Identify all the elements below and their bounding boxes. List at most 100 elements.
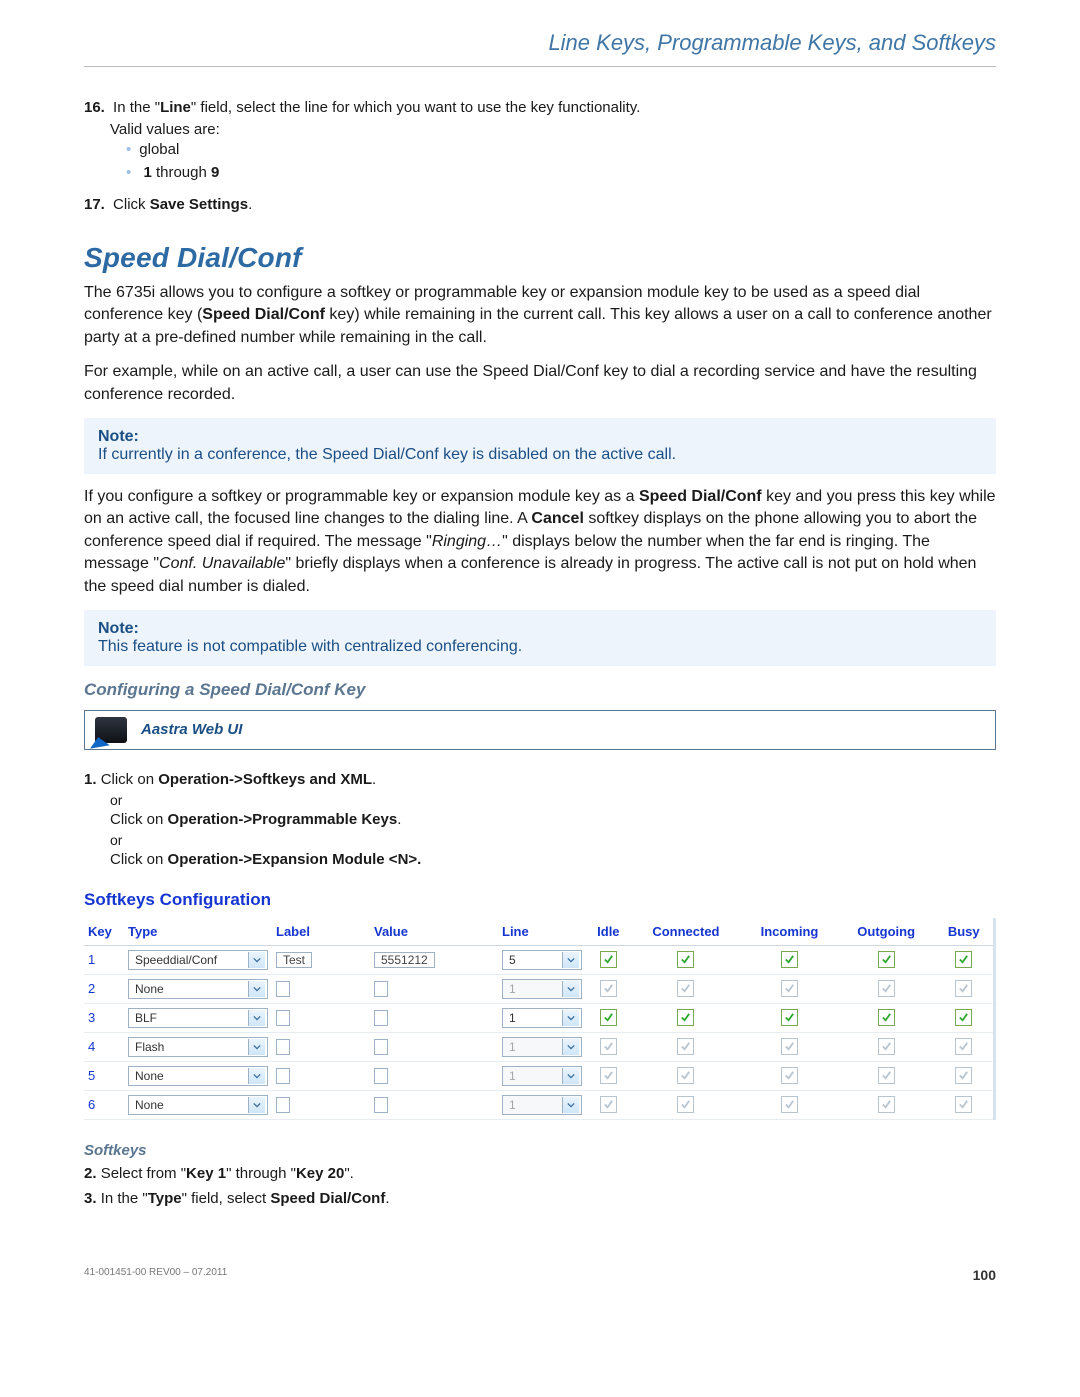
checkbox bbox=[878, 980, 895, 997]
chevron-down-icon bbox=[562, 1097, 579, 1113]
step-3-num: 3. bbox=[84, 1190, 97, 1207]
chevron-down-icon bbox=[248, 1068, 265, 1084]
para-3: If you configure a softkey or programmab… bbox=[84, 486, 996, 598]
label-input[interactable]: Test bbox=[276, 952, 312, 968]
note-2-text: This feature is not compatible with cent… bbox=[98, 638, 522, 655]
type-select[interactable]: None bbox=[128, 1095, 268, 1115]
type-select[interactable]: None bbox=[128, 979, 268, 999]
softkeys-subhead: Softkeys bbox=[84, 1142, 996, 1159]
step-17-text: Click bbox=[113, 196, 150, 213]
checkbox[interactable] bbox=[955, 951, 972, 968]
line-select: 1 bbox=[502, 979, 582, 999]
s1b: Operation->Softkeys and XML bbox=[158, 771, 372, 788]
value-input[interactable] bbox=[374, 1068, 388, 1084]
table-row: 1Speeddial/Conf Test 5551212 5 bbox=[84, 945, 993, 974]
page-header: Line Keys, Programmable Keys, and Softke… bbox=[84, 30, 996, 66]
save-settings-bold: Save Settings bbox=[150, 196, 248, 213]
chevron-down-icon bbox=[562, 952, 579, 968]
type-select[interactable]: Speeddial/Conf bbox=[128, 950, 268, 970]
line-select[interactable]: 1 bbox=[502, 1008, 582, 1028]
label-input[interactable] bbox=[276, 1068, 290, 1084]
line-select[interactable]: 5 bbox=[502, 950, 582, 970]
checkbox bbox=[955, 1096, 972, 1113]
checkbox[interactable] bbox=[677, 1009, 694, 1026]
value-input[interactable] bbox=[374, 981, 388, 997]
cell-key: 4 bbox=[84, 1032, 124, 1061]
checkbox bbox=[781, 1067, 798, 1084]
value-input[interactable] bbox=[374, 1039, 388, 1055]
st3b: Type bbox=[148, 1190, 182, 1207]
label-input[interactable] bbox=[276, 1097, 290, 1113]
value-input[interactable] bbox=[374, 1010, 388, 1026]
chevron-down-icon bbox=[248, 1097, 265, 1113]
p3-d: Cancel bbox=[531, 510, 583, 527]
page-footer: 41-001451-00 REV00 – 07.2011 100 bbox=[84, 1267, 996, 1283]
value-input[interactable]: 5551212 bbox=[374, 952, 435, 968]
range-end: 9 bbox=[211, 164, 219, 181]
webui-bar: Aastra Web UI bbox=[84, 710, 996, 750]
step-17-num: 17. bbox=[84, 196, 105, 213]
checkbox bbox=[600, 1067, 617, 1084]
step-17: 17. Click Save Settings. bbox=[84, 194, 996, 216]
type-select[interactable]: Flash bbox=[128, 1037, 268, 1057]
th-idle: Idle bbox=[586, 918, 631, 946]
cell-key: 3 bbox=[84, 1003, 124, 1032]
steps-block: 1. Click on Operation->Softkeys and XML.… bbox=[84, 768, 996, 872]
checkbox bbox=[677, 980, 694, 997]
type-select[interactable]: BLF bbox=[128, 1008, 268, 1028]
s2a: Click on bbox=[110, 811, 168, 828]
note-1-text: If currently in a conference, the Speed … bbox=[98, 446, 676, 463]
cell-key: 1 bbox=[84, 945, 124, 974]
chevron-down-icon bbox=[562, 981, 579, 997]
chevron-down-icon bbox=[248, 981, 265, 997]
line-select: 1 bbox=[502, 1037, 582, 1057]
label-input[interactable] bbox=[276, 981, 290, 997]
st3e: . bbox=[385, 1190, 389, 1207]
th-connected: Connected bbox=[631, 918, 741, 946]
s1c: . bbox=[372, 771, 376, 788]
para-1: The 6735i allows you to configure a soft… bbox=[84, 282, 996, 349]
type-select[interactable]: None bbox=[128, 1066, 268, 1086]
checkbox bbox=[878, 1038, 895, 1055]
note-1: Note: If currently in a conference, the … bbox=[84, 418, 996, 474]
s3b: Operation->Expansion Module <N>. bbox=[168, 851, 422, 868]
chevron-down-icon bbox=[248, 1010, 265, 1026]
checkbox[interactable] bbox=[781, 1009, 798, 1026]
step-1-num: 1. bbox=[84, 771, 97, 788]
s3a: Click on bbox=[110, 851, 168, 868]
checkbox bbox=[600, 980, 617, 997]
checkbox bbox=[600, 1096, 617, 1113]
chevron-down-icon bbox=[562, 1039, 579, 1055]
st2c: " through " bbox=[226, 1165, 296, 1182]
softkeys-table-wrap: Key Type Label Value Line Idle Connected… bbox=[84, 918, 996, 1120]
label-input[interactable] bbox=[276, 1039, 290, 1055]
checkbox bbox=[600, 1038, 617, 1055]
subheading-configuring: Configuring a Speed Dial/Conf Key bbox=[84, 680, 996, 700]
th-value: Value bbox=[370, 918, 498, 946]
st2b: Key 1 bbox=[186, 1165, 226, 1182]
checkbox bbox=[677, 1038, 694, 1055]
th-outgoing: Outgoing bbox=[838, 918, 935, 946]
table-row: 6None1 bbox=[84, 1090, 993, 1119]
checkbox[interactable] bbox=[878, 1009, 895, 1026]
table-row: 2None1 bbox=[84, 974, 993, 1003]
label-input[interactable] bbox=[276, 1010, 290, 1026]
p3-b: Speed Dial/Conf bbox=[639, 488, 762, 505]
checkbox[interactable] bbox=[677, 951, 694, 968]
th-incoming: Incoming bbox=[741, 918, 838, 946]
checkbox[interactable] bbox=[955, 1009, 972, 1026]
note-2: Note: This feature is not compatible wit… bbox=[84, 610, 996, 666]
checkbox[interactable] bbox=[600, 951, 617, 968]
softkeys-table: Key Type Label Value Line Idle Connected… bbox=[84, 918, 993, 1120]
p3-a: If you configure a softkey or programmab… bbox=[84, 488, 639, 505]
p3-h: Conf. Unavailable bbox=[159, 555, 285, 572]
range-start: 1 bbox=[143, 164, 151, 181]
step-17-dot: . bbox=[248, 196, 252, 213]
checkbox[interactable] bbox=[781, 951, 798, 968]
step-2-num: 2. bbox=[84, 1165, 97, 1182]
chevron-down-icon bbox=[562, 1010, 579, 1026]
checkbox[interactable] bbox=[878, 951, 895, 968]
p1-b: Speed Dial/Conf bbox=[202, 306, 325, 323]
checkbox[interactable] bbox=[600, 1009, 617, 1026]
value-input[interactable] bbox=[374, 1097, 388, 1113]
